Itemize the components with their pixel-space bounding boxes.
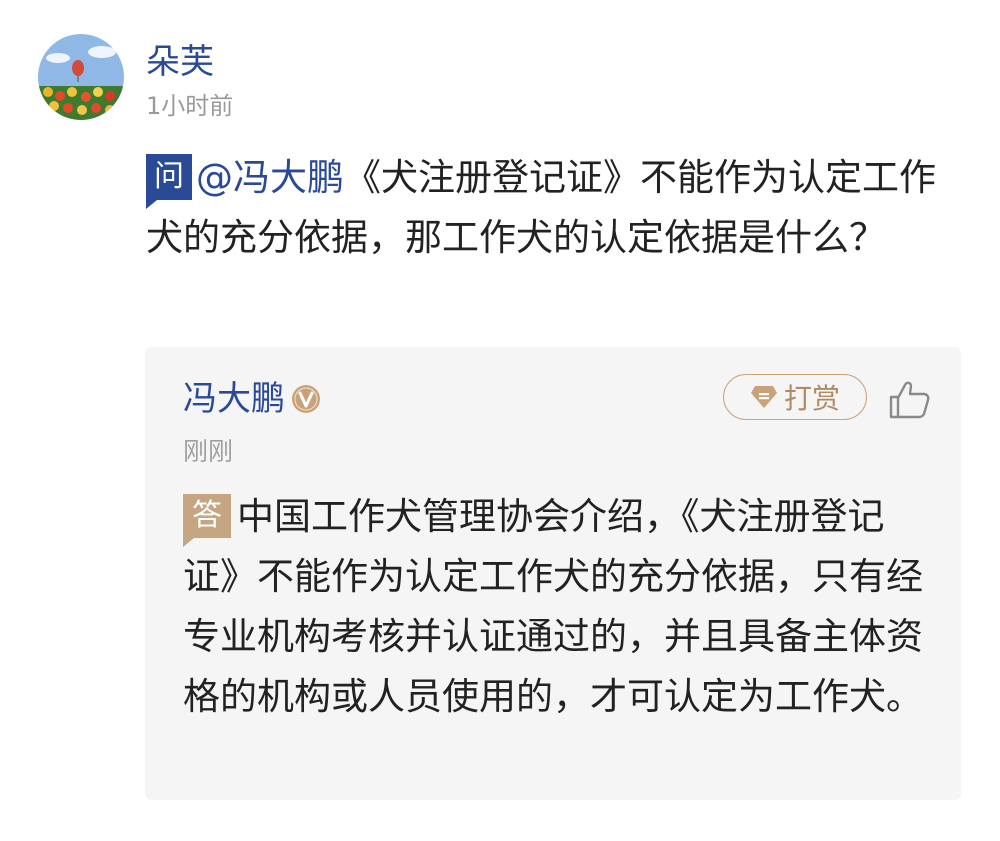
answerer-header: 冯大鹏 [183, 375, 321, 423]
tip-button[interactable]: 打赏 [723, 374, 867, 420]
question-mention[interactable]: @冯大鹏 [196, 156, 344, 199]
answer-body: 中国工作犬管理协会介绍，《犬注册登记证》不能作为认定工作犬的充分依据，只有经专业… [183, 495, 923, 718]
thumbs-up-icon[interactable] [887, 377, 931, 421]
avatar[interactable] [38, 34, 124, 120]
answer-timestamp: 刚刚 [183, 437, 234, 466]
answer-card: 冯大鹏 刚刚 打赏 答中国工作犬管理协会介绍，《犬注册登记证》不能作为认定工作犬… [145, 347, 961, 800]
asker-name[interactable]: 朵芙 [146, 40, 214, 84]
answer-text: 答中国工作犬管理协会介绍，《犬注册登记证》不能作为认定工作犬的充分依据，只有经专… [183, 487, 923, 727]
tip-label: 打赏 [783, 382, 840, 415]
question-badge: 问 [146, 154, 192, 209]
question-text: 问 @冯大鹏《犬注册登记证》不能作为认定工作犬的充分依据，那工作犬的认定依据是什么… [146, 148, 946, 268]
answerer-name[interactable]: 冯大鹏 [183, 375, 285, 423]
gem-icon [750, 386, 777, 408]
answer-badge: 答 [183, 494, 231, 547]
asker-timestamp: 1小时前 [146, 92, 234, 120]
verified-icon [292, 385, 320, 413]
avatar-image [38, 34, 124, 120]
